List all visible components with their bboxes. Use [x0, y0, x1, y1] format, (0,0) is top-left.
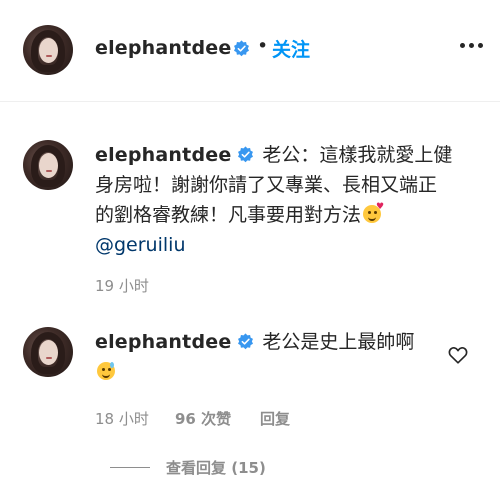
comment-text: elephantdee 老公：這樣我就愛上健身房啦！謝謝你請了又專業、長相又端正的… — [95, 140, 455, 260]
verified-badge-icon — [234, 40, 249, 57]
view-replies-label: 查看回复 (15) — [166, 459, 266, 477]
mention-link[interactable]: @geruiliu — [95, 234, 185, 256]
comment-body: 老公是史上最帥啊 — [262, 331, 415, 353]
view-replies-button[interactable]: 查看回复 (15) — [110, 457, 266, 478]
avatar[interactable] — [23, 25, 73, 75]
verified-badge-icon — [238, 333, 254, 350]
username[interactable]: elephantdee — [95, 144, 231, 166]
kiss-emoji-icon: ♥ — [363, 203, 384, 223]
post-header: elephantdee • 关注 — [0, 0, 500, 102]
comment-time: 18 小时 — [95, 410, 149, 428]
comment-text: elephantdee 老公是史上最帥啊 — [95, 327, 415, 387]
more-horizontal-icon[interactable] — [460, 43, 483, 48]
comment-meta: 19 小时 — [95, 275, 149, 296]
avatar[interactable] — [23, 327, 73, 377]
username[interactable]: elephantdee — [95, 331, 231, 353]
sweat-smile-emoji-icon — [97, 362, 115, 380]
divider-line — [110, 467, 150, 468]
comment-meta: 18 小时 96 次赞 回复 — [95, 408, 290, 429]
follow-button[interactable]: 关注 — [272, 35, 310, 62]
reply-button[interactable]: 回复 — [260, 408, 290, 429]
comment-time: 19 小时 — [95, 277, 149, 295]
separator-dot: • — [257, 35, 269, 57]
username[interactable]: elephantdee — [95, 37, 231, 59]
heart-outline-icon[interactable] — [447, 344, 469, 366]
likes-count[interactable]: 96 次赞 — [175, 408, 231, 429]
avatar[interactable] — [23, 140, 73, 190]
verified-badge-icon — [238, 146, 254, 163]
